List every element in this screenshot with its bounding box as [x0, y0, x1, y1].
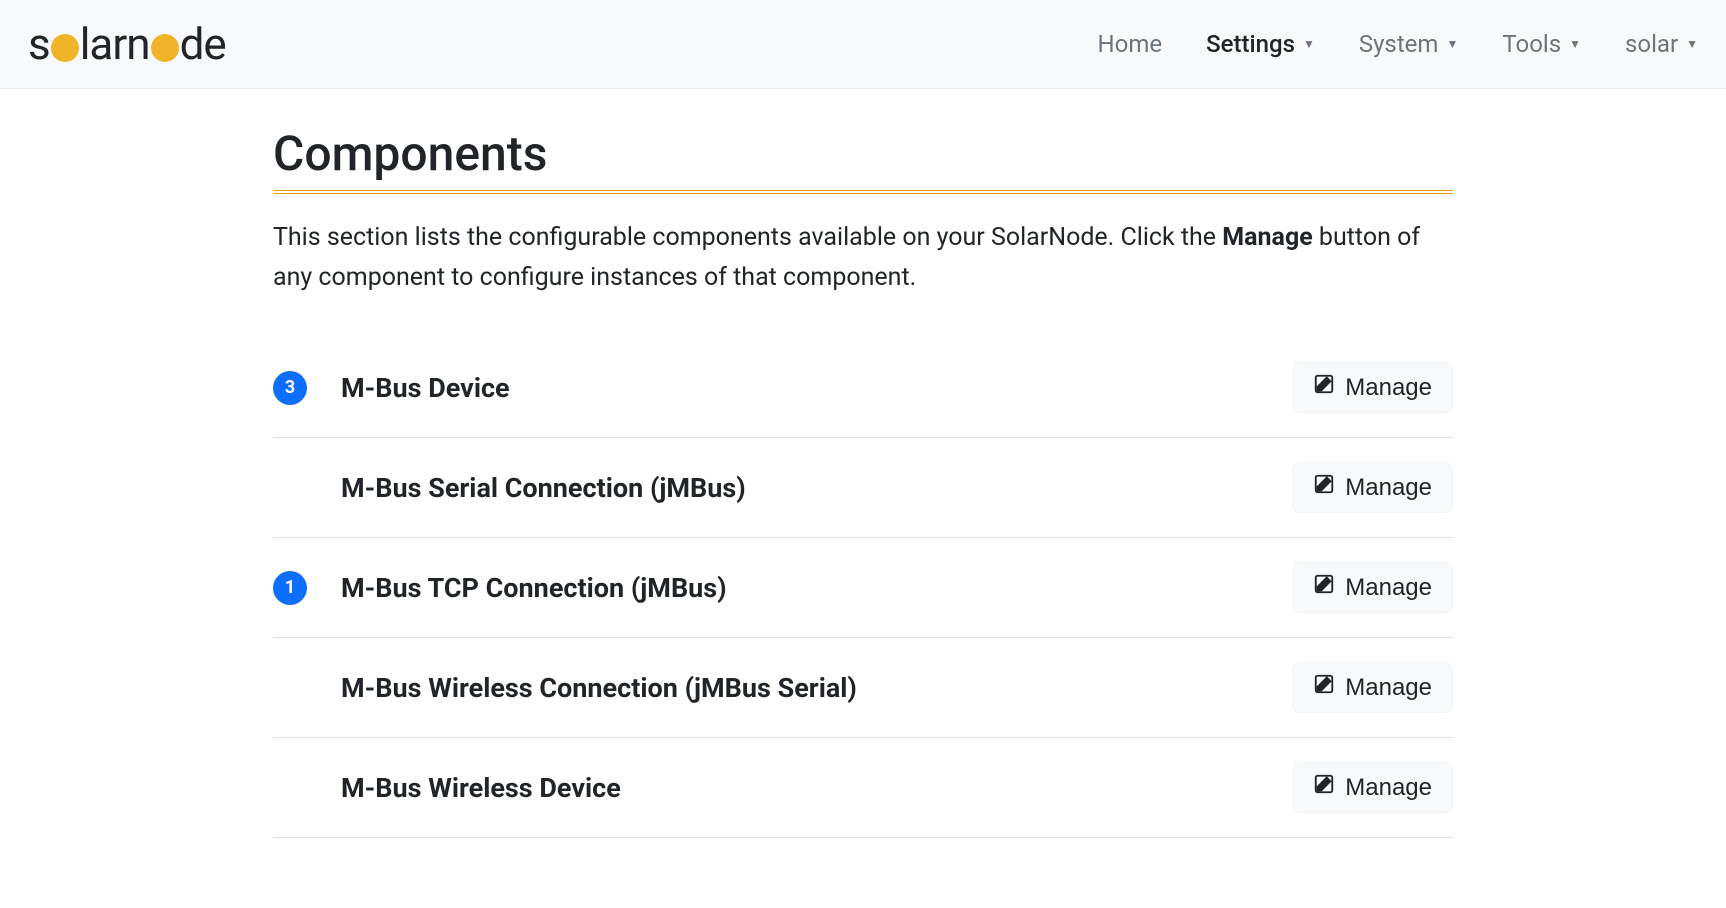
page-title: Components — [273, 125, 1453, 194]
logo-text-1: s — [28, 18, 50, 70]
nav-item-settings[interactable]: Settings ▼ — [1206, 30, 1315, 58]
edit-icon — [1313, 473, 1335, 502]
component-row: 1 M-Bus TCP Connection (jMBus) Manage — [273, 538, 1453, 638]
component-row: 3 M-Bus Device Manage — [273, 338, 1453, 438]
navbar: slarnde Home Settings ▼ System ▼ Tools ▼ solar ▼ — [0, 0, 1726, 89]
nav-menu: Home Settings ▼ System ▼ Tools ▼ solar ▼ — [1098, 30, 1698, 58]
manage-button-label: Manage — [1345, 774, 1432, 802]
manage-button[interactable]: Manage — [1292, 462, 1453, 513]
nav-item-solar[interactable]: solar ▼ — [1625, 30, 1698, 58]
caret-down-icon: ▼ — [1446, 37, 1458, 51]
nav-item-label: Tools — [1502, 30, 1561, 58]
manage-button[interactable]: Manage — [1292, 562, 1453, 613]
description-text: This section lists the configurable comp… — [273, 223, 1222, 252]
edit-icon — [1313, 673, 1335, 702]
component-row: M-Bus Wireless Connection (jMBus Serial)… — [273, 638, 1453, 738]
nav-item-label: solar — [1625, 30, 1678, 58]
logo[interactable]: slarnde — [28, 18, 226, 70]
nav-item-label: Settings — [1206, 30, 1295, 58]
manage-button-label: Manage — [1345, 574, 1432, 602]
logo-text-3: de — [180, 18, 226, 70]
edit-icon — [1313, 373, 1335, 402]
page-description: This section lists the configurable comp… — [273, 218, 1453, 298]
logo-dot-icon — [51, 34, 79, 62]
nav-item-tools[interactable]: Tools ▼ — [1502, 30, 1581, 58]
manage-button[interactable]: Manage — [1292, 762, 1453, 813]
description-bold: Manage — [1222, 223, 1312, 252]
edit-icon — [1313, 773, 1335, 802]
caret-down-icon: ▼ — [1569, 37, 1581, 51]
component-list: 3M-Bus DeviceManageM-Bus Serial Connecti… — [273, 338, 1453, 838]
manage-button[interactable]: Manage — [1292, 662, 1453, 713]
nav-item-home[interactable]: Home — [1098, 30, 1163, 58]
caret-down-icon: ▼ — [1686, 37, 1698, 51]
badge-slot: 3 — [273, 371, 321, 405]
edit-icon — [1313, 573, 1335, 602]
badge-slot: 1 — [273, 571, 321, 605]
component-name: M-Bus Device — [341, 372, 1272, 404]
main-content: Components This section lists the config… — [253, 89, 1473, 874]
manage-button[interactable]: Manage — [1292, 362, 1453, 413]
component-name: M-Bus TCP Connection (jMBus) — [341, 572, 1272, 604]
component-row: M-Bus Wireless Device Manage — [273, 738, 1453, 838]
count-badge: 3 — [273, 371, 307, 405]
nav-item-label: Home — [1098, 30, 1163, 58]
component-name: M-Bus Wireless Device — [341, 772, 1272, 804]
component-row: M-Bus Serial Connection (jMBus) Manage — [273, 438, 1453, 538]
logo-dot-icon — [151, 34, 179, 62]
nav-item-label: System — [1359, 30, 1439, 58]
count-badge: 1 — [273, 571, 307, 605]
manage-button-label: Manage — [1345, 374, 1432, 402]
logo-text-2: larn — [80, 18, 150, 70]
manage-button-label: Manage — [1345, 474, 1432, 502]
caret-down-icon: ▼ — [1303, 37, 1315, 51]
nav-item-system[interactable]: System ▼ — [1359, 30, 1459, 58]
component-name: M-Bus Wireless Connection (jMBus Serial) — [341, 672, 1272, 704]
component-name: M-Bus Serial Connection (jMBus) — [341, 472, 1272, 504]
manage-button-label: Manage — [1345, 674, 1432, 702]
